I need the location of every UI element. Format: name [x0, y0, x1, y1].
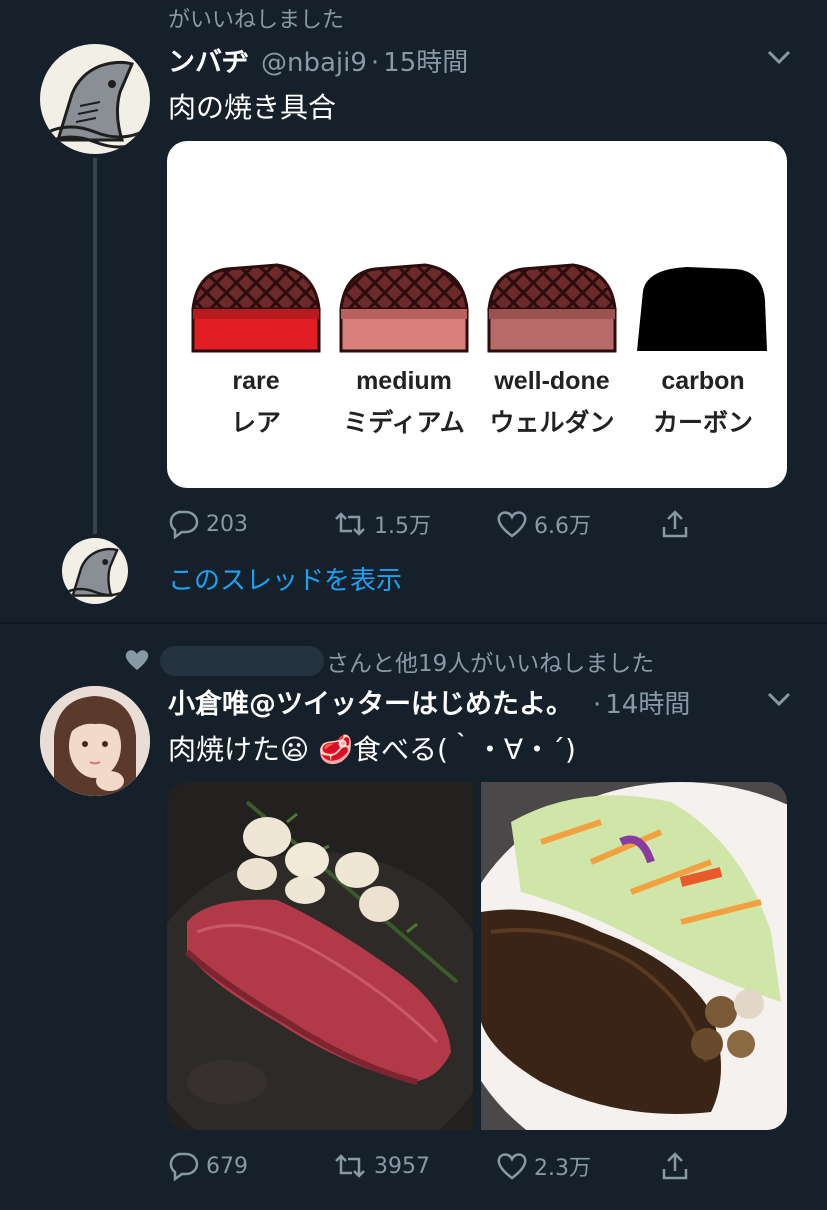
retweet-count: 3957: [374, 1153, 430, 1179]
profile-photo-icon: [40, 686, 150, 796]
shark-avatar-small-icon: [66, 547, 124, 597]
display-name[interactable]: 小倉唯@ツイッターはじめたよ。: [168, 682, 573, 721]
avatar[interactable]: [40, 44, 150, 154]
doneness-image[interactable]: rare レア medium ミディアム well-done ウェルダン car…: [167, 141, 787, 488]
reply-button[interactable]: 203: [168, 509, 332, 539]
user-handle[interactable]: @nbaji9: [261, 48, 367, 78]
label-rare-jp: レア: [230, 409, 281, 437]
like-button[interactable]: 2.3万: [496, 1150, 660, 1182]
photo-grid: [167, 782, 787, 1130]
separator-dot: ·: [370, 48, 380, 78]
cooked-steak-photo: [451, 782, 787, 1130]
share-icon: [662, 1152, 688, 1180]
label-rare-en: rare: [232, 367, 280, 395]
chevron-down-icon[interactable]: [766, 690, 792, 708]
social-context: さんと他19人がいいねしました: [326, 651, 655, 677]
label-welldone-en: well-done: [494, 367, 610, 395]
tweet-text: 肉の焼き具合: [168, 91, 337, 124]
retweet-icon: [335, 1154, 365, 1178]
photo-raw-steak[interactable]: [167, 782, 497, 1130]
liked-heart-icon: [125, 650, 149, 670]
like-button[interactable]: 6.6万: [496, 508, 660, 540]
tweet-actions: 203 1.5万 6.6万: [168, 508, 728, 540]
label-welldone-jp: ウェルダン: [489, 409, 615, 437]
photo-gap: [473, 782, 481, 1130]
share-button[interactable]: [660, 1151, 696, 1181]
label-carbon-jp: カーボン: [652, 409, 753, 437]
timestamp[interactable]: 15時間: [383, 42, 468, 79]
retweet-button[interactable]: 1.5万: [332, 508, 496, 540]
medium-steak: [339, 263, 469, 353]
raw-steak-photo: [167, 782, 497, 1130]
photo-cooked-steak[interactable]: [451, 782, 787, 1130]
chevron-down-icon[interactable]: [766, 48, 792, 66]
heart-icon: [497, 1153, 527, 1180]
reply-icon: [169, 1152, 199, 1181]
label-medium-jp: ミディアム: [343, 409, 465, 437]
redacted-username: [160, 646, 324, 676]
separator-dot: ·: [593, 690, 602, 720]
retweet-button[interactable]: 3957: [332, 1151, 496, 1181]
thread-avatar[interactable]: [62, 538, 128, 604]
show-thread-link[interactable]: このスレッドを表示: [168, 560, 402, 597]
reply-count: 203: [206, 511, 248, 537]
tweet-header: ンバヂ @nbaji9 · 15時間: [168, 40, 468, 79]
like-count: 2.3万: [534, 1156, 591, 1181]
thread-line: [93, 158, 97, 534]
reply-count: 679: [206, 1153, 248, 1179]
tweet-1[interactable]: がいいねしました ンバヂ @nbaji9 · 15時間 肉の焼き具合 rare …: [0, 0, 827, 620]
share-button[interactable]: [660, 509, 696, 539]
well-done-steak: [487, 263, 617, 353]
timestamp[interactable]: 14時間: [605, 684, 690, 721]
avatar[interactable]: [40, 686, 150, 796]
shark-avatar-icon: [47, 60, 143, 149]
retweet-count: 1.5万: [374, 514, 431, 539]
label-medium-en: medium: [356, 367, 452, 395]
social-context: がいいねしました: [168, 8, 345, 33]
tweet-header: 小倉唯@ツイッターはじめたよ。 · 14時間: [168, 682, 690, 721]
tweet-2[interactable]: さんと他19人がいいねしました 小倉唯@ツイッターはじめたよ。 · 14時間 肉…: [0, 624, 827, 1210]
reply-button[interactable]: 679: [168, 1151, 332, 1181]
heart-icon: [497, 511, 527, 538]
like-count: 6.6万: [534, 514, 591, 539]
retweet-icon: [335, 512, 365, 536]
carbon-steak: [637, 267, 767, 351]
display-name[interactable]: ンバヂ: [168, 40, 249, 79]
share-icon: [662, 510, 688, 538]
rare-steak: [191, 263, 321, 353]
tweet-actions: 679 3957 2.3万: [168, 1150, 728, 1182]
tweet-text: 肉焼けた😦 🥩食べる(｀・∀・´): [168, 733, 576, 766]
label-carbon-en: carbon: [661, 367, 745, 395]
reply-icon: [169, 510, 199, 539]
